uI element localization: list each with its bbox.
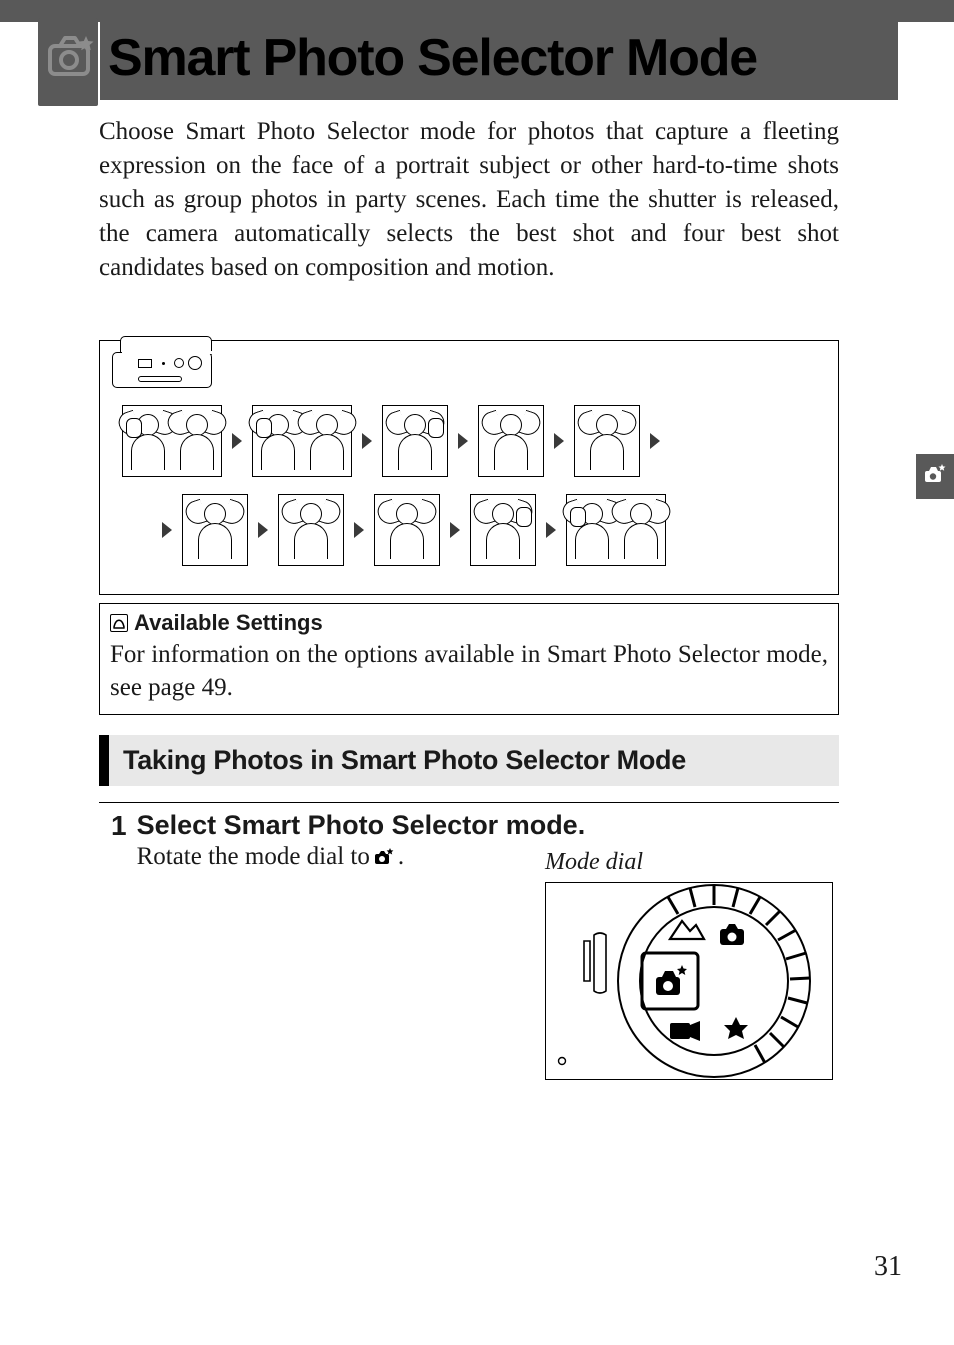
note-body: For information on the options available… [110, 638, 828, 704]
page-title: Smart Photo Selector Mode [108, 28, 757, 88]
step-number: 1 [99, 810, 127, 871]
frame [382, 405, 448, 477]
page-number: 31 [874, 1251, 902, 1283]
frame [478, 405, 544, 477]
sequence-row-top [122, 405, 664, 477]
note-icon [110, 614, 128, 632]
frame [278, 494, 344, 566]
arrow-icon [232, 433, 242, 449]
smart-photo-selector-icon [923, 462, 947, 491]
frame [374, 494, 440, 566]
smart-photo-selector-icon [44, 30, 96, 82]
section-title: Taking Photos in Smart Photo Selector Mo… [109, 735, 700, 786]
arrow-icon [546, 522, 556, 538]
frame [566, 494, 666, 566]
frame [470, 494, 536, 566]
top-band [0, 0, 954, 22]
arrow-icon [162, 522, 172, 538]
frame [182, 494, 248, 566]
camera-illustration [112, 336, 217, 398]
note-title: Available Settings [134, 610, 323, 636]
arrow-icon [362, 433, 372, 449]
section-heading: Taking Photos in Smart Photo Selector Mo… [99, 735, 839, 786]
mode-dial-box [545, 882, 833, 1080]
arrow-icon [554, 433, 564, 449]
mode-dial-figure: Mode dial [545, 849, 840, 1080]
sequence-row-bottom [158, 494, 666, 566]
frame [122, 405, 222, 477]
arrow-icon [650, 433, 660, 449]
arrow-icon [450, 522, 460, 538]
frame [574, 405, 640, 477]
step-hr [99, 802, 839, 803]
step-heading: Select Smart Photo Selector mode. [137, 810, 839, 841]
frame [252, 405, 352, 477]
step-text-before: Rotate the mode dial to [137, 843, 370, 871]
section-accent [99, 735, 109, 786]
arrow-icon [458, 433, 468, 449]
note-box: Available Settings For information on th… [99, 603, 839, 715]
smart-photo-selector-icon [374, 847, 394, 867]
side-tab [916, 454, 954, 499]
intro-paragraph: Choose Smart Photo Selector mode for pho… [99, 115, 839, 285]
mode-dial-label: Mode dial [545, 849, 840, 876]
arrow-icon [354, 522, 364, 538]
arrow-icon [258, 522, 268, 538]
step-text-after: . [398, 843, 404, 871]
